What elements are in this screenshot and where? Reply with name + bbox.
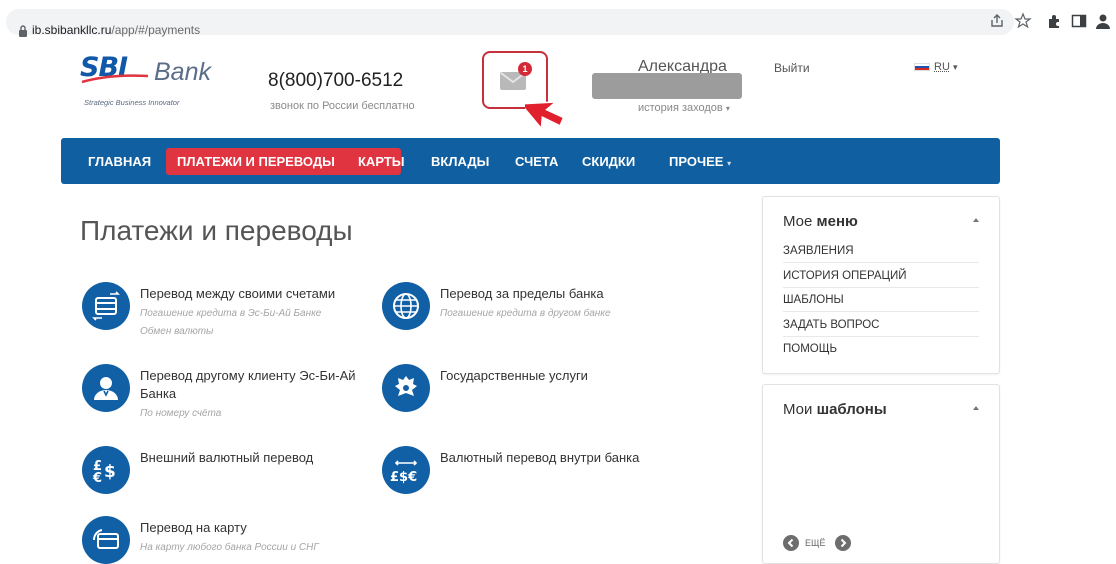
nav-payments[interactable]: ПЛАТЕЖИ И ПЕРЕВОДЫ bbox=[177, 154, 335, 169]
currency-exchange-icon: £ € $ bbox=[82, 446, 130, 494]
collapse-caret-icon[interactable] bbox=[973, 218, 979, 222]
hotline-note: звонок по России бесплатно bbox=[270, 100, 415, 112]
service-title: Внешний валютный перевод bbox=[140, 450, 314, 465]
browser-toolbar: ib.sbibankllc.ru/app/#/payments bbox=[0, 0, 1116, 44]
page-title: Платежи и переводы bbox=[80, 215, 353, 246]
url-text: ib.sbibankllc.ru/app/#/payments bbox=[32, 23, 201, 37]
menu-item-templates[interactable]: ШАБЛОНЫ bbox=[783, 288, 979, 312]
service-subtitle: На карту любого банка России и СНГ bbox=[140, 542, 319, 553]
language-selector[interactable]: RU ▾ bbox=[914, 61, 957, 73]
chevron-down-icon: ▾ bbox=[727, 159, 732, 168]
menu-item-applications[interactable]: ЗАЯВЛЕНИЯ bbox=[783, 239, 979, 263]
prev-arrow-icon[interactable] bbox=[783, 535, 799, 551]
service-card-transfer[interactable]: Перевод на карту На карту любого банка Р… bbox=[82, 516, 372, 564]
redacted-user-block bbox=[592, 73, 742, 99]
service-own-accounts[interactable]: Перевод между своими счетами Погашение к… bbox=[82, 282, 372, 342]
next-arrow-icon[interactable] bbox=[835, 535, 851, 551]
collapse-caret-icon[interactable] bbox=[973, 406, 979, 410]
address-bar[interactable]: ib.sbibankllc.ru/app/#/payments bbox=[6, 9, 1014, 37]
service-subtitle: Погашение кредита в другом банке bbox=[440, 308, 611, 319]
nav-home[interactable]: ГЛАВНАЯ bbox=[88, 154, 151, 169]
service-title: Государственные услуги bbox=[440, 368, 588, 383]
profile-icon[interactable] bbox=[1094, 12, 1112, 30]
service-title-cont: Банка bbox=[140, 386, 177, 401]
chevron-down-icon: ▾ bbox=[952, 62, 958, 72]
service-sbi-client-transfer[interactable]: Перевод другому клиенту Эс-Би-Ай Банка П… bbox=[82, 364, 372, 424]
main-navigation: ГЛАВНАЯ ПЛАТЕЖИ И ПЕРЕВОДЫ КАРТЫ ВКЛАДЫ … bbox=[61, 138, 1000, 184]
browser-actions bbox=[988, 12, 1113, 32]
my-menu-panel: Мое меню ЗАЯВЛЕНИЯ ИСТОРИЯ ОПЕРАЦИЙ ШАБЛ… bbox=[762, 196, 1000, 374]
bookmark-star-icon[interactable] bbox=[1014, 12, 1032, 30]
card-transfer-icon bbox=[82, 516, 130, 564]
logout-link[interactable]: Выйти bbox=[774, 61, 810, 75]
menu-item-history[interactable]: ИСТОРИЯ ОПЕРАЦИЙ bbox=[783, 264, 979, 288]
extensions-icon[interactable] bbox=[1046, 12, 1064, 30]
service-title: Перевод за пределы банка bbox=[440, 286, 604, 301]
logo-swoosh-icon bbox=[81, 74, 149, 84]
sidepanel-icon[interactable] bbox=[1070, 12, 1088, 30]
service-title: Перевод между своими счетами bbox=[140, 286, 336, 301]
my-templates-title: Мои шаблоны bbox=[783, 401, 887, 418]
currency-internal-icon: £$€ bbox=[382, 446, 430, 494]
service-internal-currency[interactable]: £$€ Валютный перевод внутри банка bbox=[382, 446, 672, 496]
unread-badge: 1 bbox=[518, 62, 532, 76]
logo-tagline: Strategic Business Innovator bbox=[84, 98, 180, 107]
service-subtitle: Погашение кредита в Эс-Би-Ай Банке bbox=[140, 308, 322, 319]
service-subtitle: Обмен валюты bbox=[140, 326, 214, 337]
hotline-phone: 8(800)700-6512 bbox=[268, 70, 404, 91]
lock-icon bbox=[19, 25, 27, 37]
service-subtitle: По номеру счёта bbox=[140, 408, 222, 419]
russia-flag-icon bbox=[914, 63, 930, 72]
share-icon[interactable] bbox=[988, 12, 1006, 30]
svg-text:$: $ bbox=[104, 462, 116, 482]
more-label[interactable]: ЕЩЁ bbox=[805, 538, 825, 548]
service-title: Валютный перевод внутри банка bbox=[440, 450, 640, 465]
svg-text:£$€: £$€ bbox=[390, 470, 417, 485]
globe-icon bbox=[382, 282, 430, 330]
my-templates-panel: Мои шаблоны ЕЩЁ bbox=[762, 384, 1000, 564]
sbi-bank-logo[interactable]: SBI Bank Strategic Business Innovator bbox=[80, 52, 220, 114]
menu-item-help[interactable]: ПОМОЩЬ bbox=[783, 337, 979, 361]
nav-other[interactable]: ПРОЧЕЕ ▾ bbox=[669, 154, 731, 169]
coat-of-arms-icon bbox=[382, 364, 430, 412]
svg-text:€: € bbox=[92, 471, 102, 486]
person-icon bbox=[82, 364, 130, 412]
service-government[interactable]: Государственные услуги bbox=[382, 364, 672, 414]
nav-deposits[interactable]: ВКЛАДЫ bbox=[431, 154, 489, 169]
my-menu-title: Мое меню bbox=[783, 213, 858, 230]
service-title: Перевод на карту bbox=[140, 520, 247, 535]
chevron-down-icon: ▾ bbox=[725, 104, 730, 113]
transfer-own-accounts-icon bbox=[82, 282, 130, 330]
nav-cards[interactable]: КАРТЫ bbox=[358, 154, 405, 169]
pointer-arrow-icon bbox=[525, 101, 565, 131]
login-history-link[interactable]: история заходов ▾ bbox=[638, 102, 730, 114]
nav-discounts[interactable]: СКИДКИ bbox=[582, 154, 635, 169]
logo-bank-text: Bank bbox=[154, 58, 211, 86]
service-foreign-currency[interactable]: £ € $ Внешний валютный перевод bbox=[82, 446, 372, 496]
nav-accounts[interactable]: СЧЕТА bbox=[515, 154, 558, 169]
menu-item-ask-question[interactable]: ЗАДАТЬ ВОПРОС bbox=[783, 313, 979, 337]
service-external-transfer[interactable]: Перевод за пределы банка Погашение креди… bbox=[382, 282, 672, 332]
service-title: Перевод другому клиенту Эс-Би-Ай bbox=[140, 368, 356, 383]
